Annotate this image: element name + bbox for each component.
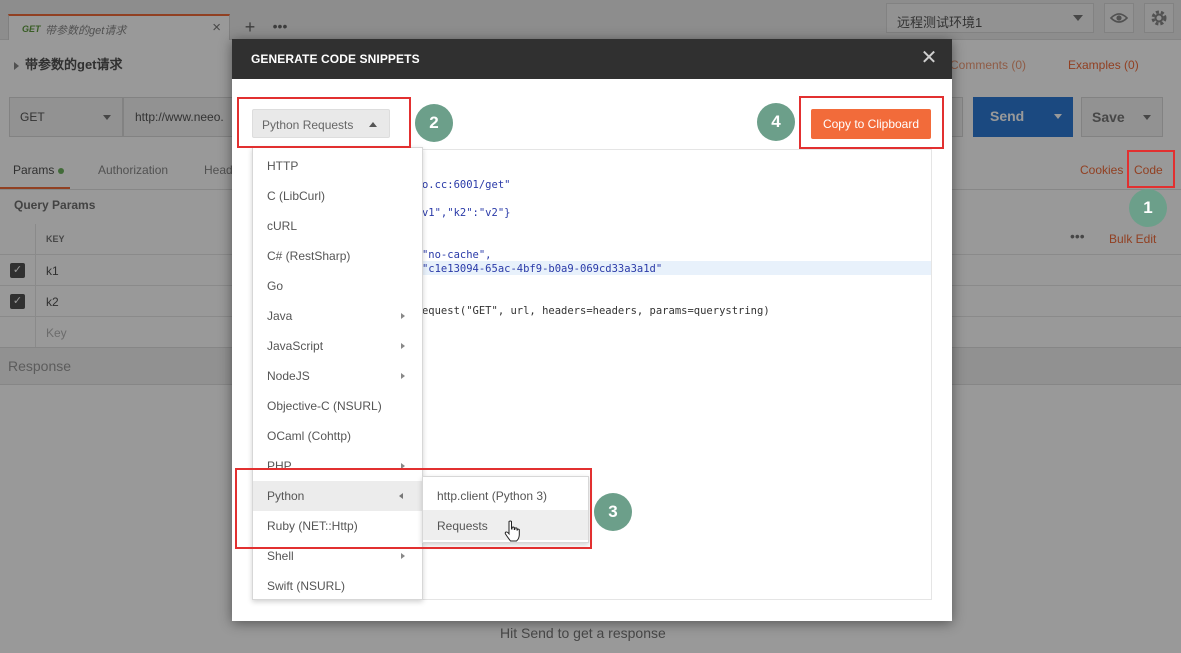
annotation-number-4: 4: [757, 103, 795, 141]
language-item-label: Swift (NSURL): [267, 579, 346, 593]
code-line: s.request("GET", url, headers=headers, p…: [403, 305, 770, 317]
language-item-label: Shell: [267, 549, 294, 563]
modal-header: GENERATE CODE SNIPPETS ✕: [232, 39, 952, 79]
annotation-number-3: 3: [594, 493, 632, 531]
language-item-go[interactable]: Go: [253, 271, 422, 301]
language-item-javascript[interactable]: JavaScript: [253, 331, 422, 361]
annotation-box-python-requests: [235, 468, 592, 549]
language-item-label: Objective-C (NSURL): [267, 399, 382, 413]
annotation-number-2: 2: [415, 104, 453, 142]
language-item-label: C# (RestSharp): [267, 249, 351, 263]
language-item-http[interactable]: HTTP: [253, 151, 422, 181]
language-item-c-restsharp[interactable]: C# (RestSharp): [253, 241, 422, 271]
annotation-box-language-select: [237, 97, 411, 148]
annotation-box-code-link: [1127, 150, 1175, 188]
language-item-curl[interactable]: cURL: [253, 211, 422, 241]
generate-code-modal: GENERATE CODE SNIPPETS ✕ Python Requests…: [232, 39, 952, 621]
caret-right-icon: [401, 343, 405, 349]
annotation-box-copy-button: [799, 96, 944, 149]
language-item-java[interactable]: Java: [253, 301, 422, 331]
caret-right-icon: [401, 373, 405, 379]
language-item-label: HTTP: [267, 159, 299, 173]
code-line: ': "c1e13094-65ac-4bf9-b0a9-069cd33a3a1d…: [403, 263, 663, 275]
language-item-nodejs[interactable]: NodeJS: [253, 361, 422, 391]
caret-right-icon: [401, 553, 405, 559]
caret-right-icon: [401, 313, 405, 319]
language-item-swift-nsurl[interactable]: Swift (NSURL): [253, 571, 422, 601]
language-item-label: Java: [267, 309, 293, 323]
language-item-objective-c-nsurl[interactable]: Objective-C (NSURL): [253, 391, 422, 421]
modal-title: GENERATE CODE SNIPPETS: [251, 52, 420, 66]
language-item-label: OCaml (Cohttp): [267, 429, 352, 443]
annotation-number-1: 1: [1129, 189, 1167, 227]
language-item-label: C (LibCurl): [267, 189, 326, 203]
language-item-c-libcurl[interactable]: C (LibCurl): [253, 181, 422, 211]
close-icon[interactable]: ✕: [918, 47, 940, 69]
language-item-label: cURL: [267, 219, 298, 233]
language-item-ocaml-cohttp[interactable]: OCaml (Cohttp): [253, 421, 422, 451]
language-item-label: NodeJS: [267, 369, 310, 383]
language-item-label: JavaScript: [267, 339, 324, 353]
language-item-label: Go: [267, 279, 284, 293]
